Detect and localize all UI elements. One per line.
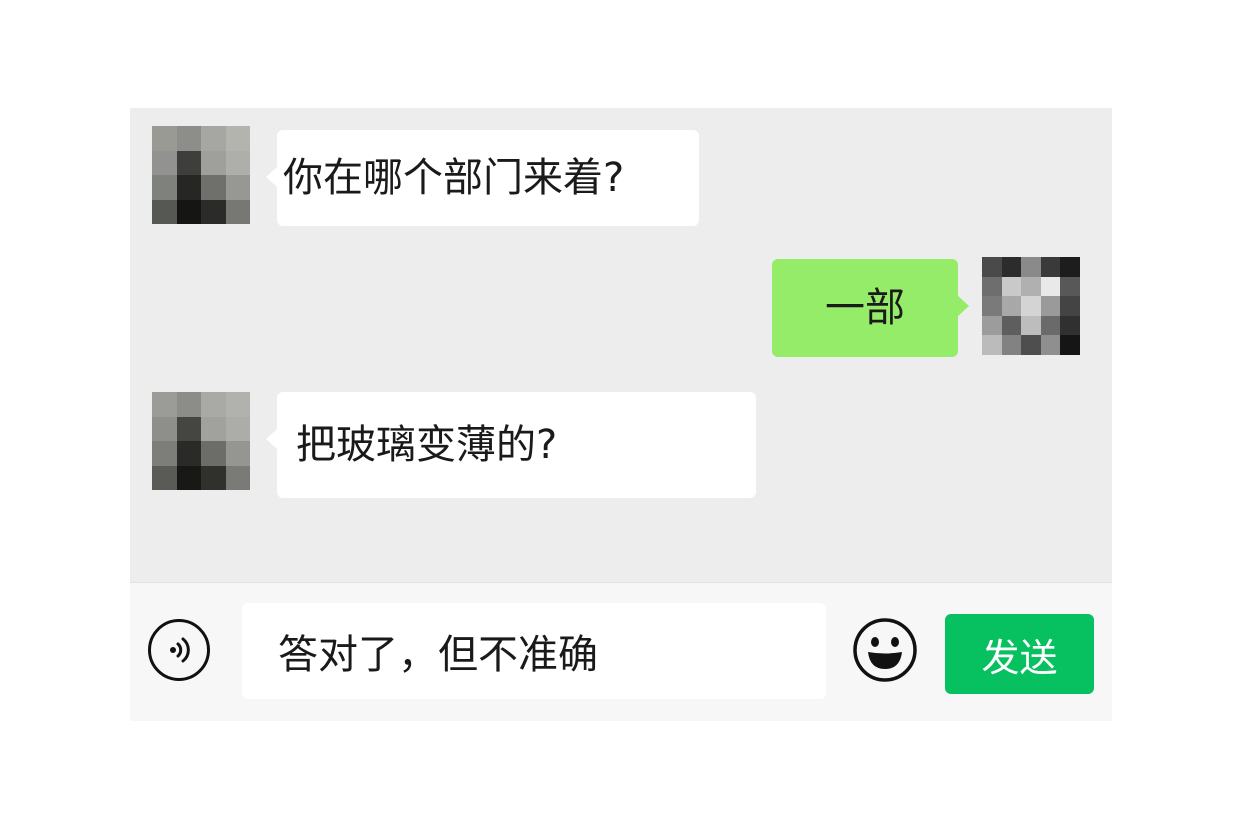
message-bubble-incoming[interactable]: 把玻璃变薄的? bbox=[266, 392, 756, 498]
draft-text: 答对了，但不准确 bbox=[278, 632, 598, 678]
input-bar: 答对了，但不准确 发送 bbox=[130, 582, 1112, 721]
my-avatar[interactable] bbox=[982, 257, 1080, 355]
message-bubble-outgoing[interactable]: 一部 bbox=[772, 259, 969, 357]
contact-avatar[interactable] bbox=[152, 126, 250, 224]
chat-window: 你在哪个部门来着? 一部 把玻璃变薄的? 答对了，但不准确 发送 bbox=[130, 108, 1112, 721]
message-text: 把玻璃变薄的? bbox=[296, 422, 558, 468]
emoji-button[interactable] bbox=[852, 617, 918, 683]
voice-icon bbox=[170, 637, 190, 663]
message-input[interactable]: 答对了，但不准确 bbox=[242, 603, 826, 699]
message-list[interactable]: 你在哪个部门来着? 一部 把玻璃变薄的? bbox=[130, 108, 1112, 582]
message-bubble-incoming[interactable]: 你在哪个部门来着? bbox=[266, 130, 699, 226]
send-label: 发送 bbox=[981, 635, 1058, 680]
message-text: 一部 bbox=[825, 285, 905, 331]
voice-input-button[interactable] bbox=[148, 619, 210, 681]
smiley-face-icon bbox=[853, 618, 917, 682]
send-button[interactable]: 发送 bbox=[945, 614, 1094, 694]
message-text: 你在哪个部门来着? bbox=[283, 155, 625, 201]
contact-avatar[interactable] bbox=[152, 392, 250, 490]
